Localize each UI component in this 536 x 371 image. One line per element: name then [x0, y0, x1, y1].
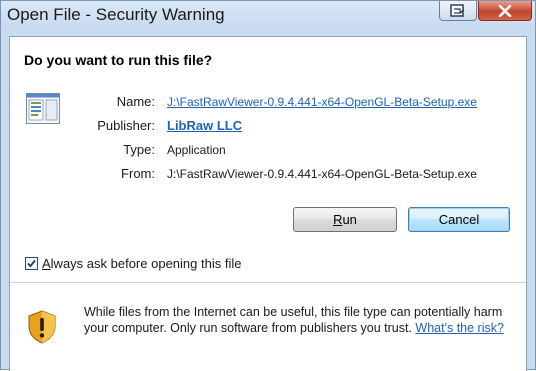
always-ask-checkbox[interactable]: [25, 257, 38, 270]
checkmark-icon: [27, 259, 36, 268]
dialog-content: Do you want to run this file? Name: J:\F…: [9, 36, 527, 371]
title-bar[interactable]: Open File - Security Warning: [1, 1, 535, 30]
cancel-button-label: Cancel: [438, 212, 480, 227]
from-value: J:\FastRawViewer-0.9.4.441-x64-OpenGL-Be…: [167, 167, 477, 181]
divider: [10, 282, 526, 283]
close-button[interactable]: [478, 1, 532, 21]
name-label: Name:: [116, 94, 155, 109]
security-warning-dialog: Open File - Security Warning Do you want…: [0, 0, 536, 371]
help-button[interactable]: [439, 1, 477, 21]
help-icon: [450, 3, 465, 17]
whats-the-risk-link[interactable]: What's the risk?: [415, 321, 504, 335]
warning-shield-icon: [28, 310, 56, 344]
type-label: Type:: [123, 142, 155, 157]
run-button-label: Run: [333, 212, 357, 227]
close-icon: [498, 4, 512, 17]
cancel-button[interactable]: Cancel: [408, 207, 510, 232]
file-name-link[interactable]: J:\FastRawViewer-0.9.4.441-x64-OpenGL-Be…: [167, 95, 477, 109]
type-value: Application: [167, 143, 226, 157]
question-heading: Do you want to run this file?: [24, 52, 213, 68]
publisher-label: Publisher:: [97, 118, 155, 133]
always-ask-label[interactable]: Always ask before opening this file: [42, 256, 241, 271]
publisher-link[interactable]: LibRaw LLC: [167, 118, 242, 133]
window-title: Open File - Security Warning: [7, 5, 225, 24]
run-button[interactable]: Run: [293, 207, 397, 232]
warning-message: While files from the Internet can be use…: [84, 304, 514, 336]
from-label: From:: [121, 166, 155, 181]
